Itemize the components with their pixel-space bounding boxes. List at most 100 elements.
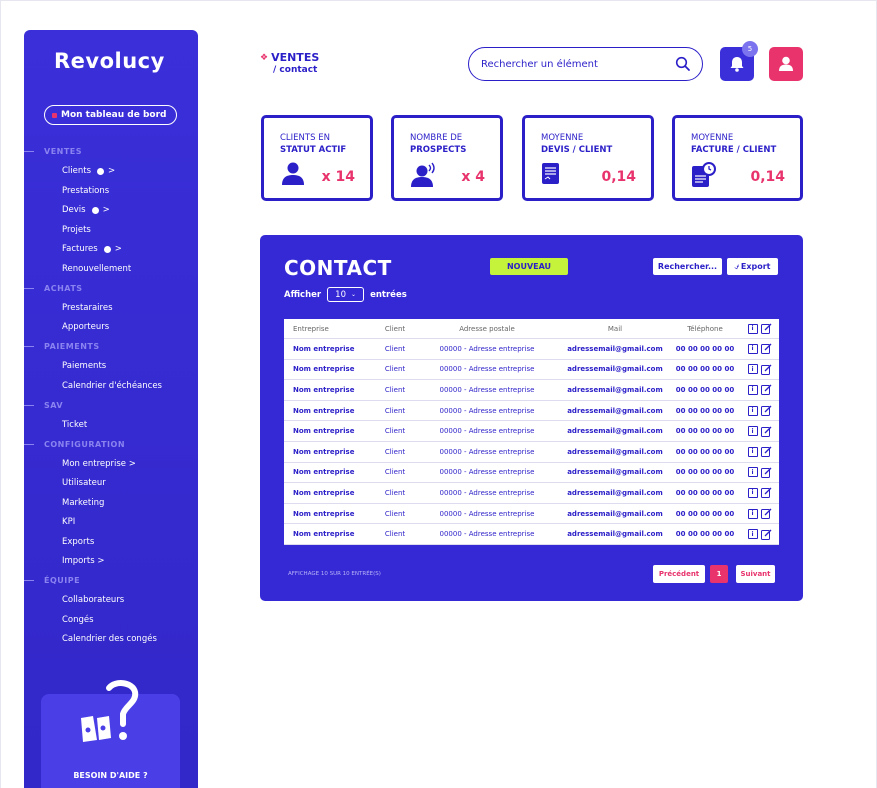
sidebar-item[interactable]: Renouvellement	[24, 259, 198, 279]
table-row[interactable]: Nom entreprise Client 00000 - Adresse entr…	[284, 463, 779, 484]
sidebar-item-label: Paiements	[62, 361, 107, 372]
info-icon[interactable]: i	[747, 508, 758, 519]
col-header-entreprise[interactable]: Entreprise	[284, 325, 376, 333]
edit-icon[interactable]	[760, 364, 772, 375]
breadcrumb-current: / contact	[273, 65, 318, 75]
next-page-button[interactable]: Suivant	[736, 565, 775, 583]
sidebar-item[interactable]: Prestaraires	[24, 298, 198, 318]
export-label: Export	[740, 262, 771, 271]
edit-icon[interactable]	[760, 343, 772, 355]
search-icon[interactable]	[675, 56, 691, 72]
table-row[interactable]: Nom entreprise Client 00000 - Adresse entr…	[284, 524, 779, 545]
cell-client: Client	[384, 530, 406, 539]
cell-phone: 00 00 00 00 00	[675, 447, 735, 456]
sidebar-item[interactable]: Calendrier des congés	[24, 630, 198, 650]
edit-icon[interactable]	[760, 529, 772, 540]
dashboard-button[interactable]: Mon tableau de bord	[44, 105, 177, 125]
info-icon[interactable]: i	[747, 405, 758, 416]
cell-entreprise: Nom entreprise	[293, 468, 355, 477]
table-row[interactable]: Nom entreprise Client 00000 - Adresse entr…	[284, 442, 779, 463]
sidebar-item-label: Renouvellement	[62, 263, 132, 274]
sidebar-item[interactable]: Mon entreprise >	[24, 454, 198, 474]
sidebar-item[interactable]: Paiements	[24, 357, 198, 377]
stat-label-2: DEVIS / CLIENT	[541, 145, 613, 155]
edit-icon[interactable]	[760, 426, 772, 437]
col-header-client[interactable]: Client	[376, 325, 414, 333]
info-icon[interactable]: i	[747, 487, 758, 498]
sidebar-item[interactable]: Exports	[24, 532, 198, 552]
nav-section: ÉQUIPE	[24, 571, 198, 591]
edit-icon[interactable]	[760, 467, 772, 478]
export-button[interactable]: ⍻ Export	[727, 258, 778, 275]
row-actions: i	[740, 508, 779, 520]
edit-icon[interactable]	[760, 384, 772, 396]
info-icon[interactable]: i	[747, 529, 758, 540]
page-size-select[interactable]: 10 ⌄	[327, 287, 365, 302]
sidebar-item[interactable]: Utilisateur	[24, 474, 198, 494]
sidebar-item[interactable]: Factures >	[24, 240, 198, 260]
cell-mail: adressemail@gmail.com	[567, 468, 663, 477]
table-row[interactable]: Nom entreprise Client 00000 - Adresse entr…	[284, 339, 779, 360]
col-header-phone[interactable]: Téléphone	[670, 325, 740, 333]
table-row[interactable]: Nom entreprise Client 00000 - Adresse entr…	[284, 401, 779, 422]
edit-icon[interactable]	[760, 446, 772, 458]
info-icon[interactable]: i	[747, 467, 758, 478]
stat-card-quotes: MOYENNE DEVIS / CLIENT 0,14	[522, 115, 654, 201]
cell-entreprise: Nom entreprise	[293, 509, 355, 518]
sidebar-item-label: Devis	[62, 205, 86, 216]
prev-page-button[interactable]: Précédent	[653, 565, 705, 583]
info-icon[interactable]: i	[747, 343, 758, 354]
col-header-address[interactable]: Adresse postale	[414, 325, 560, 333]
cell-entreprise: Nom entreprise	[293, 488, 355, 497]
edit-icon[interactable]	[760, 405, 772, 417]
contact-panel: CONTACT NOUVEAU Rechercher... ⍻ Export A…	[260, 235, 803, 601]
table-row[interactable]: Nom entreprise Client 00000 - Adresse entr…	[284, 421, 779, 442]
sidebar-item[interactable]: Imports >	[24, 552, 198, 572]
table-row[interactable]: Nom entreprise Client 00000 - Adresse entr…	[284, 483, 779, 504]
sidebar-item[interactable]: Collaborateurs	[24, 591, 198, 611]
cell-client: Client	[384, 509, 406, 518]
table-search-button[interactable]: Rechercher...	[653, 258, 722, 275]
cell-client: Client	[384, 488, 406, 497]
sidebar-item-label: Prestaraires	[62, 302, 113, 313]
row-actions: i	[740, 529, 779, 540]
edit-icon[interactable]	[760, 508, 772, 520]
table-row[interactable]: Nom entreprise Client 00000 - Adresse entr…	[284, 360, 779, 381]
cell-phone: 00 00 00 00 00	[675, 509, 735, 518]
sidebar-item[interactable]: Ticket	[24, 415, 198, 435]
stat-card-prospects: NOMBRE DE PROSPECTS x 4	[391, 115, 503, 201]
info-icon[interactable]: i	[747, 384, 758, 395]
sidebar-item[interactable]: Prestations	[24, 181, 198, 201]
info-icon[interactable]: i	[747, 364, 758, 375]
dashboard-label: Mon tableau de bord	[61, 110, 167, 120]
help-card[interactable]: BESOIN D'AIDE ?	[41, 680, 180, 788]
sidebar-item[interactable]: Marketing	[24, 493, 198, 513]
search-input[interactable]	[481, 58, 661, 70]
cell-entreprise: Nom entreprise	[293, 447, 355, 456]
profile-button[interactable]	[769, 47, 803, 81]
cell-phone: 00 00 00 00 00	[675, 530, 735, 539]
table-row[interactable]: Nom entreprise Client 00000 - Adresse entr…	[284, 380, 779, 401]
prospect-icon	[411, 162, 435, 187]
edit-icon[interactable]	[760, 487, 772, 499]
info-icon[interactable]: i	[747, 446, 758, 457]
row-actions: i	[740, 364, 779, 375]
nav-section: VENTES	[24, 142, 198, 162]
col-header-mail[interactable]: Mail	[560, 325, 670, 333]
sidebar-item[interactable]: Calendrier d'échéances	[24, 376, 198, 396]
breadcrumb-main[interactable]: VENTES	[271, 51, 319, 64]
search-bar[interactable]	[468, 47, 703, 81]
new-contact-button[interactable]: NOUVEAU	[490, 258, 568, 275]
sidebar-item[interactable]: Projets	[24, 220, 198, 240]
sidebar-item[interactable]: Apporteurs	[24, 318, 198, 338]
sidebar-item[interactable]: Clients >	[24, 162, 198, 182]
sidebar-item[interactable]: KPI	[24, 513, 198, 533]
sidebar-item[interactable]: Congés	[24, 610, 198, 630]
info-icon[interactable]: i	[747, 426, 758, 437]
cell-phone: 00 00 00 00 00	[675, 385, 735, 394]
row-actions: i	[740, 405, 779, 417]
page-1-button[interactable]: 1	[710, 565, 728, 583]
table-row[interactable]: Nom entreprise Client 00000 - Adresse entr…	[284, 504, 779, 525]
sidebar-item[interactable]: Devis >	[24, 201, 198, 221]
quote-document-icon	[542, 163, 559, 184]
